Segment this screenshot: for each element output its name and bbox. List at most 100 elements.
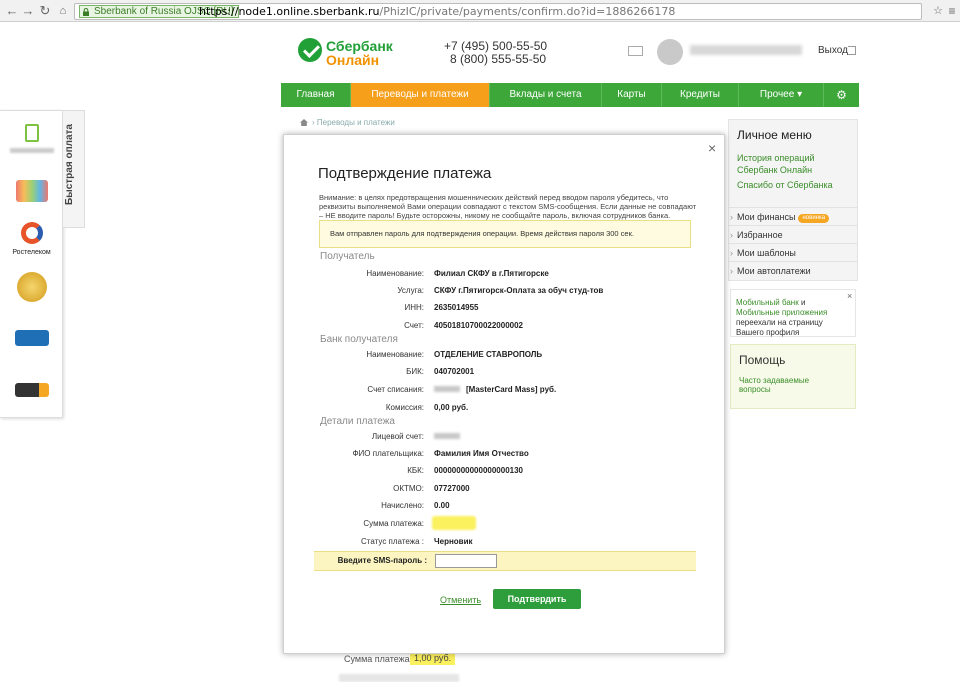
confirm-button[interactable]: Подтвердить	[493, 589, 581, 609]
rostelecom-logo-icon	[20, 222, 43, 244]
logout-link[interactable]: Выход	[818, 45, 848, 56]
sms-password-row: Введите SMS-пароль :	[314, 551, 696, 571]
dialog-title: Подтверждение платежа	[318, 165, 492, 182]
field-label: ИНН:	[404, 303, 424, 312]
field-label: ФИО плательщика:	[352, 449, 424, 458]
payment-confirmation-dialog: × Подтверждение платежа Внимание: в целя…	[283, 134, 725, 654]
nav-deposits-accounts[interactable]: Вклады и счета	[490, 83, 602, 107]
mobile-bank-link[interactable]: Мобильный банк	[736, 298, 799, 307]
field-value: 040702001	[434, 367, 475, 376]
field-value: ОТДЕЛЕНИЕ СТАВРОПОЛЬ	[434, 350, 543, 359]
menu-my-templates[interactable]: Мои шаблоны	[729, 243, 857, 262]
avatar[interactable]	[657, 39, 683, 65]
security-warning: Внимание: в целях предотвращения мошенни…	[319, 193, 697, 220]
menu-favorites[interactable]: Избранное	[729, 225, 857, 244]
browser-toolbar: ← → ↻ ⌂ Sberbank of Russia OJSC [RU] htt…	[0, 0, 960, 22]
menu-icon[interactable]: ≡	[944, 3, 960, 19]
faq-link[interactable]: Часто задаваемые вопросы	[739, 376, 829, 394]
phone-number-redacted	[9, 148, 54, 153]
main-navigation: Главная Переводы и платежи Вклады и счет…	[281, 83, 859, 107]
field-label: Сумма платежа:	[363, 519, 424, 528]
settings-gear-icon[interactable]: ⚙	[824, 83, 859, 107]
quick-pay-gazprom[interactable]	[0, 330, 63, 346]
field-label: Статус платежа :	[361, 537, 424, 546]
card-number-redacted	[434, 386, 460, 392]
menu-my-finances-label: Мои финансы	[737, 212, 796, 222]
logo-text-line2: Онлайн	[326, 52, 380, 68]
mobile-phone-icon	[24, 124, 39, 142]
back-icon[interactable]: ←	[4, 3, 20, 19]
breadcrumb: › Переводы и платежи	[300, 118, 395, 127]
sms-password-label: Введите SMS-пароль :	[337, 556, 427, 565]
personal-menu-title: Личное меню	[737, 128, 812, 142]
field-value: Фамилия Имя Отчество	[434, 449, 529, 458]
quick-pay-mobile[interactable]	[0, 124, 63, 153]
field-label: Услуга:	[397, 286, 424, 295]
mobile-notice-text: Мобильный банк и Мобильные приложения пе…	[736, 298, 828, 337]
field-label: Лицевой счет:	[371, 432, 424, 441]
field-value: Черновик	[434, 537, 473, 546]
gazprom-logo-icon	[14, 330, 49, 346]
forward-icon[interactable]: →	[20, 3, 36, 19]
personal-menu: Личное меню История операций Сбербанк Он…	[728, 119, 858, 281]
quick-pay-panel	[0, 110, 63, 418]
breadcrumb-item[interactable]: Переводы и платежи	[317, 118, 395, 127]
nav-other-label: Прочее	[759, 89, 795, 100]
field-value: 40501810700022000002	[434, 321, 523, 330]
emblem-logo-icon	[16, 272, 47, 302]
section-details: Детали платежа	[320, 416, 395, 427]
field-label: БИК:	[406, 367, 424, 376]
mail-icon[interactable]	[628, 46, 643, 56]
field-value: 0.00	[434, 501, 450, 510]
help-title: Помощь	[739, 353, 786, 367]
background-sum-label: Сумма платежа:	[344, 654, 413, 664]
field-label: Наименование:	[366, 350, 424, 359]
home-icon[interactable]	[300, 119, 308, 126]
user-name-redacted[interactable]	[690, 45, 802, 55]
nav-other[interactable]: Прочее ▾	[739, 83, 824, 107]
field-value: Филиал СКФУ в г.Пятигорске	[434, 269, 549, 278]
sms-password-input[interactable]	[435, 554, 497, 568]
url-text: https://node1.online.sberbank.ru/PhizIC/…	[199, 5, 676, 18]
field-label: Счет списания:	[367, 385, 424, 394]
field-value: СКФУ г.Пятигорск-Оплата за обуч студ-тов	[434, 286, 604, 295]
quick-pay-yandex-money[interactable]	[0, 383, 63, 397]
quick-pay-rostelecom[interactable]: Ростелеком	[0, 222, 63, 256]
spasibo-link[interactable]: Спасибо от Сбербанка	[737, 179, 833, 191]
phone-moscow: +7 (495) 500-55-50	[444, 39, 548, 53]
address-bar[interactable]: Sberbank of Russia OJSC [RU] https://nod…	[74, 3, 922, 20]
close-icon[interactable]: ×	[708, 140, 716, 156]
field-label: ОКТМО:	[393, 484, 424, 493]
menu-my-autopayments[interactable]: Мои автоплатежи	[729, 261, 857, 280]
quick-pay-label[interactable]: Быстрая оплата	[64, 109, 75, 205]
quick-pay-emblem[interactable]	[0, 272, 63, 302]
section-recipient: Получатель	[320, 251, 375, 262]
payment-sum-redacted	[432, 516, 476, 530]
field-label: Комиссия:	[385, 403, 424, 412]
nav-home[interactable]: Главная	[281, 83, 351, 107]
quick-pay-charity[interactable]	[0, 180, 63, 202]
charity-logo-icon	[15, 180, 48, 202]
nav-transfers-payments[interactable]: Переводы и платежи	[351, 83, 490, 107]
close-icon[interactable]: ×	[847, 291, 852, 301]
field-value: 00000000000000000130	[434, 466, 523, 475]
nav-credits[interactable]: Кредиты	[662, 83, 739, 107]
field-label: Начислено:	[381, 501, 424, 510]
cancel-button[interactable]: Отменить	[440, 595, 481, 605]
rostelecom-label: Ростелеком	[12, 249, 51, 256]
operations-history-link[interactable]: История операций Сбербанк Онлайн	[737, 152, 827, 176]
field-value: [MasterCard Mass] руб.	[466, 385, 557, 394]
mobile-apps-link[interactable]: Мобильные приложения	[736, 308, 827, 317]
field-label: Наименование:	[366, 269, 424, 278]
reload-icon[interactable]: ↻	[37, 3, 53, 19]
background-status-redacted	[339, 674, 459, 682]
new-badge: новинка	[798, 214, 830, 223]
account-number-redacted	[434, 433, 460, 439]
home-icon[interactable]: ⌂	[55, 3, 71, 19]
nav-cards[interactable]: Карты	[602, 83, 662, 107]
logout-icon[interactable]	[848, 46, 856, 55]
menu-my-finances[interactable]: Мои финансыновинка	[729, 207, 857, 226]
mobile-notice-box: Мобильный банк и Мобильные приложения пе…	[730, 289, 856, 337]
field-label: КБК:	[407, 466, 424, 475]
yandex-money-logo-icon	[14, 383, 49, 397]
